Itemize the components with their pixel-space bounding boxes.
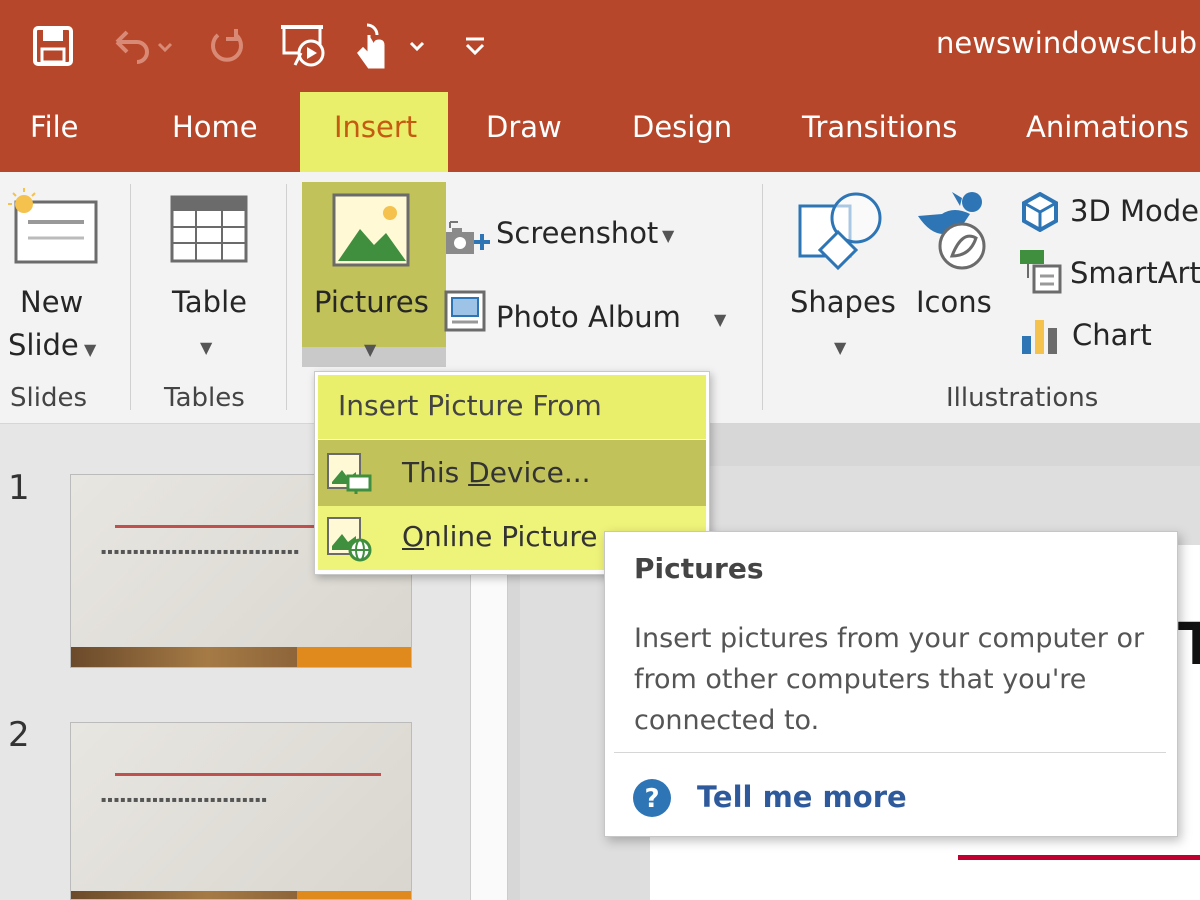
3d-models-icon[interactable] (1020, 191, 1060, 236)
group-label-slides: Slides (10, 383, 87, 413)
touch-mode-icon[interactable] (352, 20, 432, 72)
thumbnail-text-line: ▪▪▪▪▪▪▪▪▪▪▪▪▪▪▪▪▪▪▪▪▪▪▪▪▪▪ (101, 795, 268, 804)
tab-draw[interactable]: Draw (486, 110, 562, 144)
group-label-tables: Tables (164, 383, 245, 413)
photo-album-icon[interactable] (444, 290, 490, 340)
photo-album-dropdown-icon[interactable]: ▼ (714, 310, 726, 329)
photo-album-button[interactable]: Photo Album (496, 300, 681, 334)
shapes-icon[interactable] (796, 190, 884, 280)
tooltip-description: Insert pictures from your computer or fr… (634, 623, 1145, 736)
new-slide-icon (8, 188, 98, 272)
pictures-button[interactable]: Pictures (314, 285, 429, 319)
help-icon[interactable]: ? (632, 778, 672, 822)
this-device-icon (326, 452, 372, 500)
tab-design[interactable]: Design (632, 110, 732, 144)
tab-transitions[interactable]: Transitions (802, 110, 957, 144)
table-button[interactable]: Table (172, 285, 247, 319)
save-icon[interactable] (30, 20, 76, 72)
group-label-illustrations: Illustrations (946, 383, 1099, 413)
this-device-label[interactable]: This Device... (402, 456, 591, 489)
slide-number-2: 2 (8, 715, 30, 755)
thumbnail-footer-accent (297, 891, 411, 899)
tab-file[interactable]: File (30, 110, 79, 144)
tab-insert[interactable]: Insert (334, 110, 417, 144)
icons-button[interactable]: Icons (916, 285, 992, 319)
table-icon[interactable] (170, 195, 250, 269)
redo-icon[interactable] (204, 20, 250, 72)
pictures-icon[interactable] (332, 193, 412, 273)
shapes-dropdown-icon[interactable]: ▼ (834, 338, 846, 357)
shapes-button[interactable]: Shapes (790, 285, 896, 319)
customize-toolbar-icon[interactable] (460, 20, 490, 72)
slide-title-rule (958, 855, 1200, 860)
tooltip-title: Pictures (634, 552, 764, 585)
slide-thumbnail-2[interactable]: ▪▪▪▪▪▪▪▪▪▪▪▪▪▪▪▪▪▪▪▪▪▪▪▪▪▪ (70, 722, 412, 900)
smartart-button[interactable]: SmartArt (1070, 256, 1200, 290)
screenshot-icon[interactable] (444, 218, 492, 262)
tab-home[interactable]: Home (172, 110, 258, 144)
online-pictures-icon (326, 516, 372, 566)
online-pictures-label[interactable]: Online Picture (402, 520, 598, 553)
thumbnail-text-line: ▪▪▪▪▪▪▪▪▪▪▪▪▪▪▪▪▪▪▪▪▪▪▪▪▪▪▪▪▪▪▪ (101, 547, 301, 556)
3d-models-button[interactable]: 3D Mode (1070, 194, 1199, 228)
chart-icon[interactable] (1020, 316, 1062, 360)
thumbnail-footer-accent (297, 647, 411, 667)
slide-title-text: T (1178, 610, 1200, 678)
thumbnail-title-rule (115, 773, 381, 776)
document-title: newswindowsclub (936, 26, 1197, 60)
chart-button[interactable]: Chart (1072, 318, 1152, 352)
tab-animations[interactable]: Animations (1026, 110, 1189, 144)
screenshot-dropdown-icon[interactable]: ▼ (662, 226, 674, 245)
group-separator (130, 184, 131, 410)
table-dropdown-icon[interactable]: ▼ (200, 338, 212, 357)
tell-me-more-link[interactable]: Tell me more (697, 780, 907, 814)
group-separator (286, 184, 287, 410)
undo-icon[interactable] (108, 20, 174, 72)
new-slide-dropdown-icon[interactable]: ▼ (84, 340, 96, 359)
new-slide-label-1[interactable]: New (20, 285, 83, 319)
title-bar: newswindowsclub (0, 0, 1200, 97)
menu-header: Insert Picture From (338, 389, 602, 422)
slide-number-1: 1 (8, 468, 30, 508)
smartart-icon[interactable] (1018, 248, 1064, 298)
pictures-dropdown-icon[interactable]: ▼ (364, 340, 376, 359)
icons-icon[interactable] (914, 186, 994, 276)
tooltip-divider (614, 752, 1166, 753)
present-from-beginning-icon[interactable] (280, 20, 330, 72)
group-separator (762, 184, 763, 410)
svg-text:?: ? (644, 784, 659, 814)
screenshot-button[interactable]: Screenshot (496, 216, 658, 250)
new-slide-label-2[interactable]: Slide (8, 328, 79, 362)
